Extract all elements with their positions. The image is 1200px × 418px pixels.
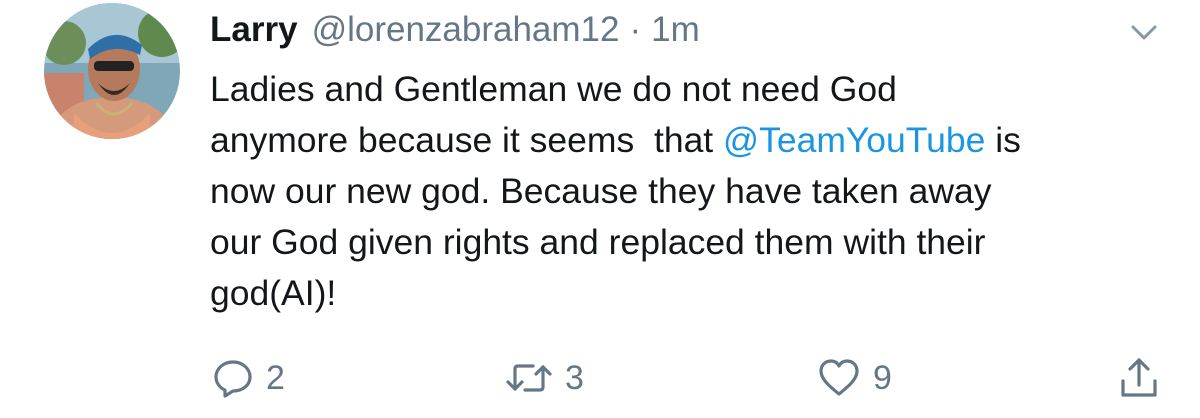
tweet-actions: 2 3 9 — [0, 348, 1200, 408]
user-handle[interactable]: @lorenzabraham12 — [312, 10, 620, 50]
tweet-text-line: anymore because it seems that @TeamYouTu… — [210, 115, 1170, 166]
retweet-count: 3 — [565, 358, 584, 397]
tweet-text-fragment: is — [985, 120, 1021, 160]
retweet-icon — [506, 364, 552, 392]
more-options-button[interactable] — [1124, 18, 1164, 48]
separator-dot: · — [629, 10, 642, 49]
tweet-text-line: Ladies and Gentleman we do not need God — [210, 69, 897, 109]
tweet[interactable]: Larry @lorenzabraham12 · 1m Ladies and G… — [0, 0, 1200, 418]
tweet-text-line: god(AI)! — [210, 273, 337, 313]
tweet-text-line: now our new god. Because they have taken… — [210, 171, 992, 211]
share-button[interactable] — [1118, 348, 1160, 408]
reply-count: 2 — [266, 358, 285, 397]
tweet-text-line: our God given rights and replaced them w… — [210, 222, 986, 262]
like-button[interactable]: 9 — [817, 348, 892, 408]
heart-icon — [819, 359, 859, 396]
avatar[interactable] — [44, 3, 180, 139]
tweet-text: Ladies and Gentleman we do not need God … — [210, 64, 1170, 319]
chevron-down-icon — [1131, 25, 1157, 40]
mention-link[interactable]: @TeamYouTube — [723, 120, 985, 160]
tweet-text-fragment: anymore because it seems that — [210, 120, 724, 160]
like-count: 9 — [873, 358, 892, 397]
avatar-image — [44, 3, 180, 139]
retweet-button[interactable]: 3 — [505, 348, 584, 408]
timestamp[interactable]: 1m — [651, 10, 700, 50]
tweet-header: Larry @lorenzabraham12 · 1m — [210, 10, 700, 56]
reply-button[interactable]: 2 — [212, 348, 285, 408]
share-icon — [1121, 358, 1157, 397]
reply-icon — [214, 360, 252, 398]
display-name[interactable]: Larry — [210, 10, 298, 50]
